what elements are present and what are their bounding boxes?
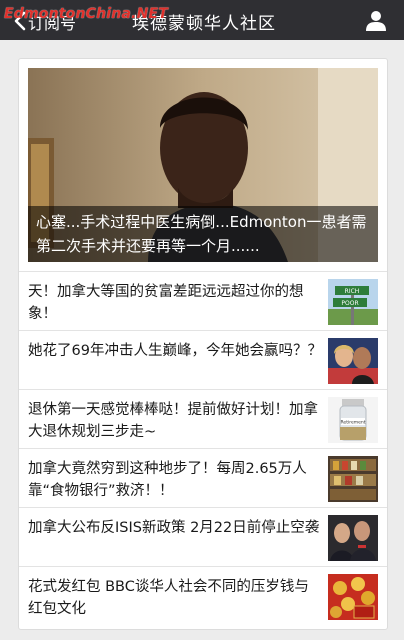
featured-article[interactable]: 心塞...手术过程中医生病倒...Edmonton一患者需第二次手术并还要再等一… [28,68,378,262]
rich-sign-text: RICH [345,288,360,295]
article-item[interactable]: 天！加拿大等国的贫富差距远远超过你的想象！ RICH POOR [19,271,387,330]
article-thumbnail: RICH POOR [328,279,378,325]
article-thumbnail: Retirement [328,397,378,443]
poor-sign-text: POOR [341,300,358,307]
jar-label-text: Retirement [341,420,366,426]
article-item[interactable]: 退休第一天感觉棒棒哒！提前做好计划！加拿大退休规划三步走~ Retirement [19,389,387,448]
site-watermark: EdmontonChina.NET [4,6,169,22]
article-item[interactable]: 加拿大公布反ISIS新政策 2月22日前停止空袭 [19,507,387,566]
article-thumbnail [328,456,378,502]
article-title: 加拿大竟然穷到这种地步了！每周2.65万人靠“食物银行”救济！！ [28,461,307,499]
article-title: 天！加拿大等国的贫富差距远远超过你的想象！ [28,284,304,322]
article-list: 天！加拿大等国的贫富差距远远超过你的想象！ RICH POOR 她花了69年冲击… [19,271,387,625]
article-title: 退休第一天感觉棒棒哒！提前做好计划！加拿大退休规划三步走~ [28,402,318,440]
article-thumbnail [328,574,378,620]
article-item[interactable]: 她花了69年冲击人生巅峰，今年她会赢吗？？ [19,330,387,389]
article-title: 加拿大公布反ISIS新政策 2月22日前停止空袭 [28,520,320,536]
profile-icon[interactable] [364,8,388,32]
top-navigation-bar: 订阅号 埃德蒙顿华人社区 EdmontonChina.NET [0,0,404,40]
article-card: 心塞...手术过程中医生病倒...Edmonton一患者需第二次手术并还要再等一… [18,58,388,630]
article-item[interactable]: 加拿大竟然穷到这种地步了！每周2.65万人靠“食物银行”救济！！ [19,448,387,507]
article-item[interactable]: 花式发红包 BBC谈华人社会不同的压岁钱与红包文化 [19,566,387,625]
article-thumbnail [328,515,378,561]
article-thumbnail [328,338,378,384]
article-title: 花式发红包 BBC谈华人社会不同的压岁钱与红包文化 [28,579,309,617]
featured-article-title: 心塞...手术过程中医生病倒...Edmonton一患者需第二次手术并还要再等一… [28,206,378,262]
article-title: 她花了69年冲击人生巅峰，今年她会赢吗？？ [28,343,322,359]
